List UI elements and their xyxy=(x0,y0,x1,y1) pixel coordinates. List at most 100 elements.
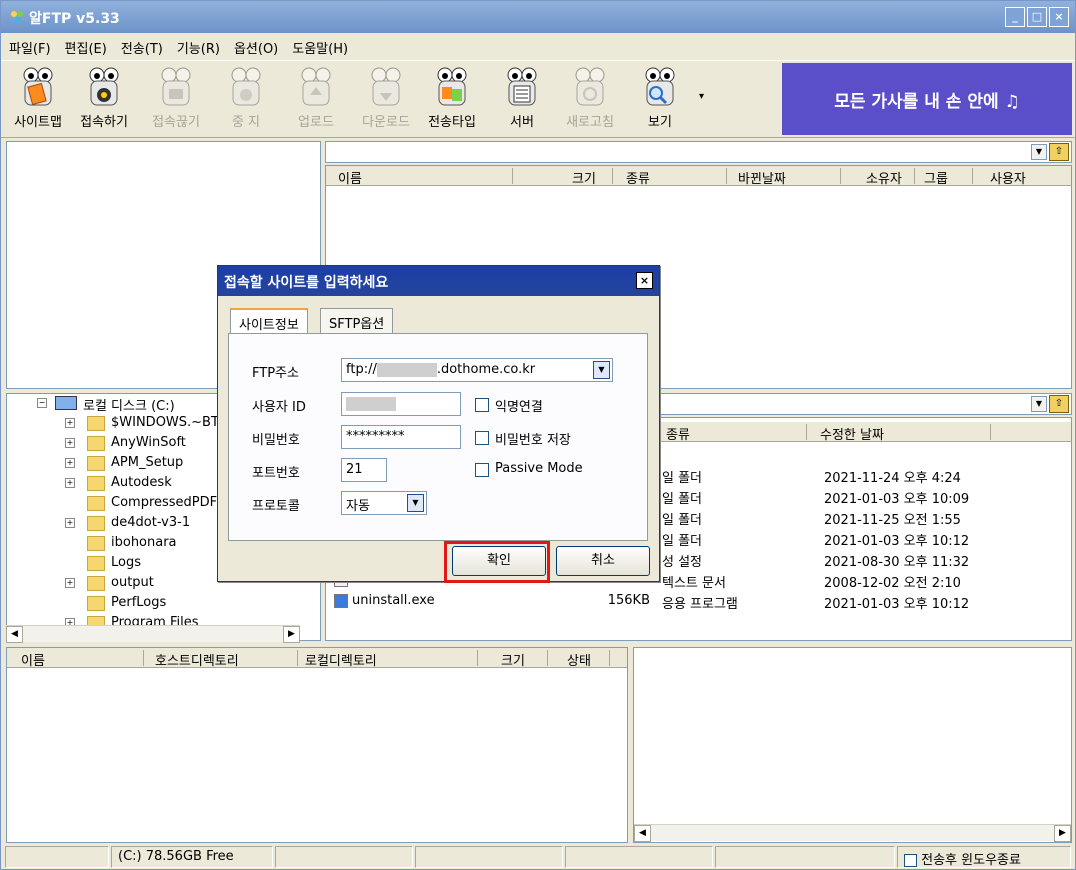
tree-item[interactable]: PerfLogs xyxy=(7,594,307,614)
collapse-icon[interactable]: − xyxy=(37,398,47,408)
col-owner[interactable]: 소유자 xyxy=(866,168,902,187)
col-local-dir[interactable]: 로컬디렉토리 xyxy=(305,650,377,669)
toolbar-more-dropdown[interactable]: ▾ xyxy=(699,91,704,102)
maximize-button[interactable]: □ xyxy=(1027,7,1047,27)
expand-icon[interactable]: + xyxy=(65,438,75,448)
close-after-transfer-checkbox[interactable] xyxy=(904,854,917,867)
redacted-text xyxy=(346,396,396,411)
menu-function[interactable]: 기능(R) xyxy=(177,38,220,57)
file-row[interactable]: uninstall.exe 156KB 응용 프로그램 2021-01-03 오후 1… xyxy=(326,592,1071,612)
refresh-icon xyxy=(575,67,605,106)
log-panel[interactable]: ◀ ▶ xyxy=(633,647,1072,843)
view-button[interactable]: 보기 xyxy=(627,63,693,135)
server-icon xyxy=(507,67,537,106)
sitemap-icon xyxy=(23,67,53,106)
close-after-transfer[interactable]: 전송후 윈도우종료 xyxy=(897,846,1071,868)
folder-icon xyxy=(87,596,105,611)
user-id-label: 사용자 ID xyxy=(252,400,306,415)
protocol-select[interactable]: 자동 ▼ xyxy=(341,491,427,515)
connect-button[interactable]: 접속하기 xyxy=(71,63,137,135)
col-modified[interactable]: 바뀐날짜 xyxy=(738,168,786,187)
status-bar: (C:) 78.56GB Free 전송후 윈도우종료 xyxy=(1,844,1075,870)
toolbar: 사이트맵 접속하기 접속끊기 중 지 업로드 다운로드 전송타입 서버 새로고침… xyxy=(1,60,1075,138)
chevron-down-icon[interactable]: ▼ xyxy=(593,361,610,379)
user-id-field[interactable] xyxy=(341,392,461,416)
download-button[interactable]: 다운로드 xyxy=(353,63,419,135)
refresh-button[interactable]: 새로고침 xyxy=(557,63,623,135)
folder-icon xyxy=(87,476,105,491)
dialog-title-bar[interactable]: 접속할 사이트를 입력하세요 × xyxy=(218,266,659,296)
tree-scrollbar[interactable]: ◀ ▶ xyxy=(6,625,300,643)
save-password-label: 비밀번호 저장 xyxy=(495,433,571,448)
expand-icon[interactable]: + xyxy=(65,518,75,528)
title-bar[interactable]: 알FTP v5.33 _ □ × xyxy=(1,1,1075,33)
password-field[interactable]: ********* xyxy=(341,425,461,449)
folder-up-icon[interactable]: ⇧ xyxy=(1049,395,1069,413)
folder-icon xyxy=(87,496,105,511)
expand-icon[interactable]: + xyxy=(65,418,75,428)
menu-help[interactable]: 도움말(H) xyxy=(292,38,348,57)
server-button[interactable]: 서버 xyxy=(489,63,555,135)
log-scrollbar[interactable]: ◀ ▶ xyxy=(634,824,1071,842)
ftp-address-label: FTP주소 xyxy=(252,366,299,381)
scroll-left-icon[interactable]: ◀ xyxy=(634,825,651,842)
anonymous-checkbox[interactable] xyxy=(475,398,489,412)
chevron-down-icon[interactable]: ▼ xyxy=(407,494,424,512)
menu-options[interactable]: 옵션(O) xyxy=(234,38,278,57)
save-password-checkbox[interactable] xyxy=(475,431,489,445)
folder-up-icon[interactable]: ⇧ xyxy=(1049,143,1069,161)
upload-icon xyxy=(301,67,331,106)
ok-button-highlight xyxy=(444,541,550,583)
col-type[interactable]: 종류 xyxy=(626,168,650,187)
transfer-type-button[interactable]: 전송타입 xyxy=(419,63,485,135)
expand-icon[interactable]: + xyxy=(65,478,75,488)
col-host-dir[interactable]: 호스트디렉토리 xyxy=(155,650,239,669)
folder-icon xyxy=(87,516,105,531)
remote-list-header: 이름 크기 종류 바뀐날짜 소유자 그룹 사용자 xyxy=(326,166,1071,187)
expand-icon[interactable]: + xyxy=(65,458,75,468)
view-icon xyxy=(645,67,675,106)
col-user[interactable]: 사용자 xyxy=(990,168,1026,187)
menu-file[interactable]: 파일(F) xyxy=(9,38,51,57)
scroll-right-icon[interactable]: ▶ xyxy=(283,626,300,643)
col-group[interactable]: 그룹 xyxy=(924,168,948,187)
port-field[interactable]: 21 xyxy=(341,458,387,482)
tab-site-info[interactable]: 사이트정보 xyxy=(230,308,308,334)
scroll-right-icon[interactable]: ▶ xyxy=(1054,825,1071,842)
minimize-button[interactable]: _ xyxy=(1005,7,1025,27)
close-button[interactable]: × xyxy=(1049,7,1069,27)
col-name[interactable]: 이름 xyxy=(21,650,45,669)
scroll-left-icon[interactable]: ◀ xyxy=(6,626,23,643)
anonymous-label: 익명연결 xyxy=(495,400,543,415)
sitemap-button[interactable]: 사이트맵 xyxy=(5,63,71,135)
col-size[interactable]: 크기 xyxy=(572,168,596,187)
menu-transfer[interactable]: 전송(T) xyxy=(121,38,163,57)
transfer-queue[interactable]: 이름 호스트디렉토리 로컬디렉토리 크기 상태 xyxy=(6,647,628,843)
folder-icon xyxy=(87,436,105,451)
tab-sftp-options[interactable]: SFTP옵션 xyxy=(320,308,394,334)
col-name[interactable]: 이름 xyxy=(338,168,362,187)
folder-icon xyxy=(87,576,105,591)
col-modified[interactable]: 수정한 날짜 xyxy=(820,424,884,443)
remote-path-bar[interactable]: ▼ ⇧ xyxy=(325,141,1072,163)
menu-edit[interactable]: 편집(E) xyxy=(65,38,107,57)
chevron-down-icon[interactable]: ▼ xyxy=(1031,396,1047,412)
col-status[interactable]: 상태 xyxy=(567,650,591,669)
col-size[interactable]: 크기 xyxy=(501,650,525,669)
upload-button[interactable]: 업로드 xyxy=(283,63,349,135)
folder-icon xyxy=(87,416,105,431)
disconnect-button[interactable]: 접속끊기 xyxy=(143,63,209,135)
passive-mode-checkbox[interactable] xyxy=(475,463,489,477)
ftp-address-field[interactable]: ftp://.dothome.co.kr ▼ xyxy=(341,358,613,382)
cancel-button[interactable]: 취소 xyxy=(556,546,650,576)
stop-button[interactable]: 중 지 xyxy=(213,63,279,135)
chevron-down-icon[interactable]: ▼ xyxy=(1031,144,1047,160)
dialog-close-button[interactable]: × xyxy=(636,272,653,289)
file-icon xyxy=(334,594,348,608)
expand-icon[interactable]: + xyxy=(65,578,75,588)
folder-icon xyxy=(87,556,105,571)
ad-banner[interactable]: 모든 가사를 내 손 안에 ♫ xyxy=(782,63,1072,135)
window-title: 알FTP v5.33 xyxy=(29,11,120,27)
transfer-type-icon xyxy=(437,67,467,106)
col-type[interactable]: 종류 xyxy=(666,424,690,443)
